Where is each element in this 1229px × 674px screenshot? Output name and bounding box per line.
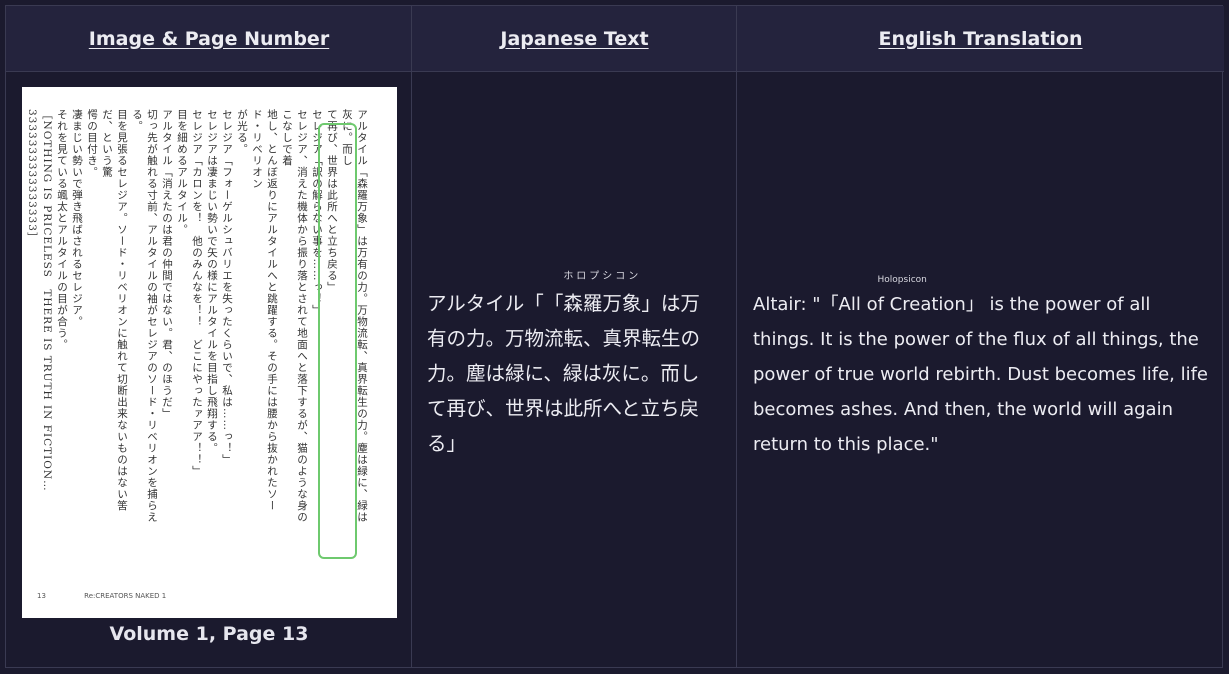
page-text-column: それを見ている颯太とアルタイルの目が合う。 <box>56 109 68 351</box>
en-term: Holopsicon 「All of Creation」 <box>820 275 984 315</box>
page-text-column: 目を細めるアルタイル。 <box>176 109 188 236</box>
page-number: 13 <box>37 592 46 600</box>
page-text-column: セレジア「カロンを！ 他のみんなを！！ どこにやったァアア！！」 <box>191 109 203 477</box>
english-text: Altair: " Holopsicon 「All of Creation」 is … <box>753 275 1213 462</box>
page-text-column: ［NOTHING IS PRICELESS THERE IS TRUTH IN … <box>26 109 53 492</box>
manga-page-image[interactable]: アルタイル「森羅万象」は万有の力。万物流転、真界転生の力。塵は緑に、緑は灰に。而… <box>22 87 397 618</box>
header-image-page: Image & Page Number <box>6 6 412 72</box>
page-text-column: セレジア、消えた機体から振り落とされて地面へと落下するが、猫のような身のこなしで… <box>281 109 308 523</box>
page-text-column: 地し、とんぼ返りにアルタイルへと跳躍する。その手には腰から抜かれたソード・リベリ… <box>251 109 278 512</box>
header-japanese: Japanese Text <box>412 6 737 72</box>
page-text-column: セレジア「フォーゲルシュバリエを失ったくらいで、私は……っ！」 <box>221 109 233 466</box>
jp-before: アルタイル「 <box>427 292 544 315</box>
page-text-column: 愕の目付き。 <box>86 109 98 178</box>
header-english: English Translation <box>737 6 1224 72</box>
page-text-column: 切っ先が触れる寸前、アルタイルの袖がセレジアのソード・リベリオンを捕らえる。 <box>131 109 158 523</box>
book-title: Re:CREATORS NAKED 1 <box>84 592 167 600</box>
column-divider <box>411 6 412 667</box>
page-text-column: 凄まじい勢いで弾き飛ばされるセレジア。 <box>71 109 83 328</box>
page-text-column: アルタイル「消えたのは君の仲間ではない。君、のほうだ」 <box>161 109 173 420</box>
page-text-column: セレジアは凄まじい勢いで矢の様にアルタイルを目指し飛翔する。 <box>206 109 218 454</box>
highlight-box <box>318 123 357 559</box>
column-divider <box>736 6 737 667</box>
jp-ruby: ホロプシコン <box>563 271 642 282</box>
page-footer: 13 Re:CREATORS NAKED 1 <box>37 592 202 600</box>
page-text-column: 目を見張るセレジア。ソード・リベリオンに触れて切断出来ないものはない筈だ、という… <box>101 109 128 512</box>
en-before: Altair: " <box>753 294 821 315</box>
page-text-column: が光る。 <box>236 109 248 155</box>
image-caption: Volume 1, Page 13 <box>109 623 309 645</box>
jp-term: ホロプシコン 「森羅万象」 <box>543 271 661 316</box>
japanese-text: アルタイル「 ホロプシコン 「森羅万象」は万有の力。万物流転、真界転生の力。塵は緑に… <box>427 271 717 461</box>
en-ruby: Holopsicon <box>877 275 927 285</box>
translation-table: Image & Page Number Japanese Text Englis… <box>5 5 1224 668</box>
